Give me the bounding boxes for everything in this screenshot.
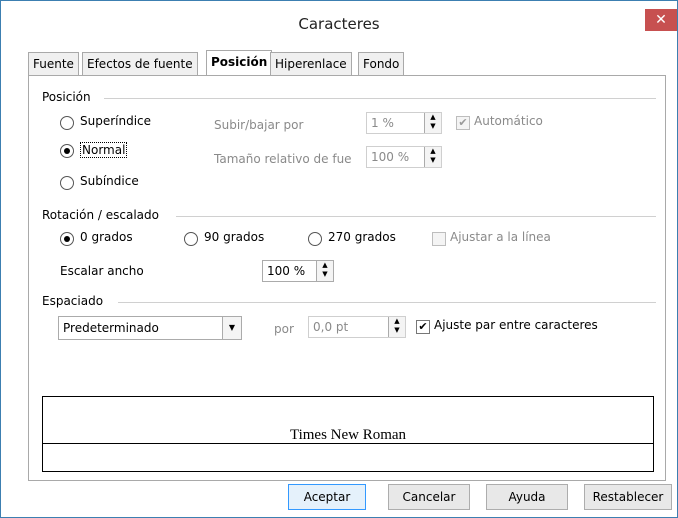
relative-size-value: 100 %	[371, 150, 410, 164]
spacing-section-divider	[118, 302, 656, 303]
raise-lower-value: 1 %	[371, 116, 394, 130]
relative-size-label: Tamaño relativo de fue	[214, 152, 352, 166]
automatic-label: Automático	[474, 114, 543, 128]
scale-width-spinbox[interactable]: 100 % ▲ ▼	[262, 260, 334, 282]
radio-270-degrees-label: 270 grados	[328, 230, 396, 244]
chevron-down-icon[interactable]: ▼	[222, 317, 241, 339]
radio-270-degrees[interactable]	[308, 232, 322, 246]
spacing-select-value: Predeterminado	[63, 321, 159, 335]
position-section-divider	[104, 98, 656, 99]
rotation-section-header: Rotación / escalado	[42, 208, 159, 222]
fit-to-line-label: Ajustar a la línea	[450, 230, 551, 244]
tab-fuente[interactable]: Fuente	[28, 52, 79, 75]
help-button[interactable]: Ayuda	[486, 484, 568, 510]
ok-button[interactable]: Aceptar	[288, 484, 366, 510]
reset-button[interactable]: Restablecer	[584, 484, 672, 510]
rotation-section-divider	[176, 216, 656, 217]
tab-efectos-de-fuente[interactable]: Efectos de fuente	[82, 52, 198, 75]
spacing-select[interactable]: Predeterminado ▼	[58, 316, 242, 340]
dialog-title: Caracteres	[298, 15, 380, 33]
radio-superscript[interactable]	[60, 116, 74, 130]
fit-to-line-checkbox[interactable]	[432, 232, 446, 246]
spacing-by-spinbox[interactable]: 0,0 pt ▲ ▼	[308, 316, 406, 338]
radio-90-degrees[interactable]	[184, 232, 198, 246]
spacing-section-header: Espaciado	[42, 294, 104, 308]
close-button[interactable]: ✕	[645, 9, 677, 31]
radio-0-degrees-label: 0 grados	[80, 230, 133, 244]
preview-text: Times New Roman	[289, 427, 407, 443]
spin-updown-icon[interactable]: ▲ ▼	[424, 147, 441, 167]
automatic-checkbox[interactable]: ✔	[456, 116, 470, 130]
radio-subscript[interactable]	[60, 176, 74, 190]
radio-subscript-label: Subíndice	[80, 174, 139, 188]
radio-superscript-label: Superíndice	[80, 114, 152, 128]
radio-0-degrees[interactable]	[60, 232, 74, 246]
kerning-checkbox[interactable]: ✔	[416, 320, 430, 334]
scale-width-value: 100 %	[267, 264, 306, 278]
title-bar: Caracteres ✕	[1, 1, 677, 45]
radio-normal[interactable]	[60, 144, 74, 158]
position-section-header: Posición	[42, 90, 91, 104]
kerning-label: Ajuste par entre caracteres	[434, 318, 598, 332]
tab-fondo[interactable]: Fondo	[358, 52, 405, 75]
cancel-button[interactable]: Cancelar	[388, 484, 470, 510]
spacing-by-value: 0,0 pt	[313, 320, 349, 334]
tab-posicion[interactable]: Posición	[206, 50, 273, 75]
spacing-by-label: por	[274, 322, 294, 336]
tab-hiperenlace[interactable]: Hiperenlace	[270, 52, 352, 75]
radio-normal-label: Normal	[80, 142, 128, 158]
raise-lower-spinbox[interactable]: 1 % ▲ ▼	[366, 112, 442, 134]
scale-width-label: Escalar ancho	[60, 264, 144, 278]
spin-updown-icon[interactable]: ▲ ▼	[424, 113, 441, 133]
font-preview: Times New Roman	[42, 396, 654, 472]
radio-90-degrees-label: 90 grados	[204, 230, 265, 244]
raise-lower-label: Subir/bajar por	[214, 118, 304, 132]
close-icon: ✕	[655, 12, 667, 28]
relative-size-spinbox[interactable]: 100 % ▲ ▼	[366, 146, 442, 168]
spin-updown-icon[interactable]: ▲ ▼	[316, 261, 333, 281]
spin-updown-icon[interactable]: ▲ ▼	[388, 317, 405, 337]
